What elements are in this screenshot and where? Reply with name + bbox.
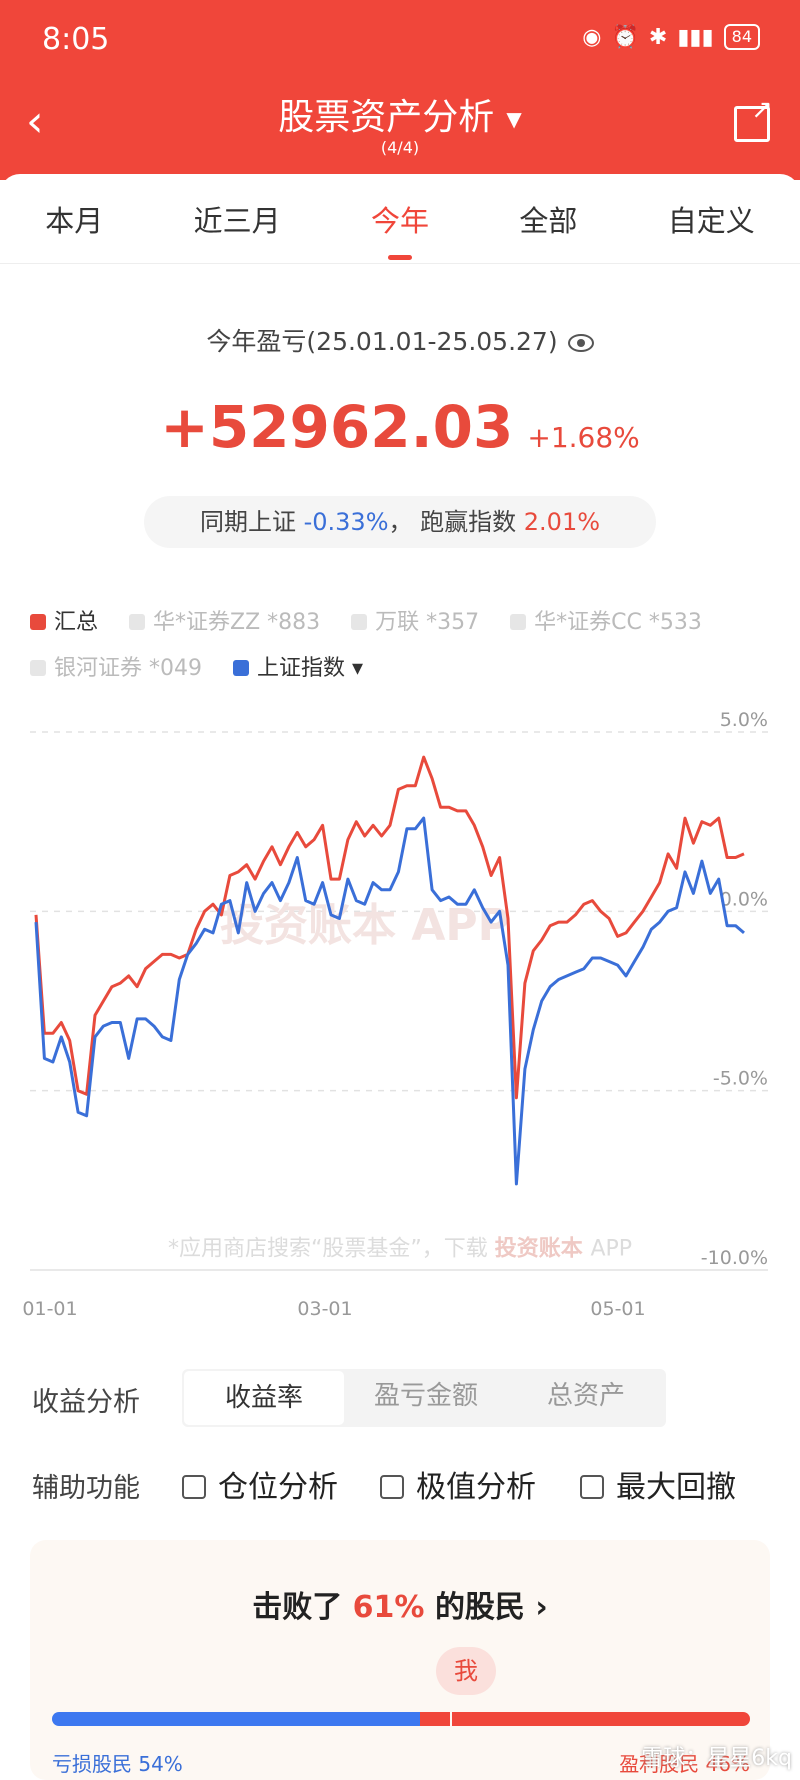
legend-label: 银河证券 *049 <box>54 656 202 681</box>
bluetooth-icon: ✱ <box>648 24 668 50</box>
compare-value: -0.33% <box>303 508 389 536</box>
tab-total-assets[interactable]: 总资产 <box>506 1369 666 1427</box>
compare-label: 同期上证 <box>199 508 296 536</box>
checkbox-label: 最大回撤 <box>616 1470 736 1505</box>
footer-note-text: *应用商店搜索“股票基金”，下载 <box>168 1237 495 1262</box>
share-icon[interactable] <box>734 95 773 142</box>
legend-item-account-533[interactable]: 华*证券CC *533 <box>510 600 702 646</box>
signal-icon: ▮▮▮ <box>677 24 714 50</box>
beat-value: 2.01% <box>523 508 601 536</box>
profit-amount: +52962.03 <box>160 393 514 461</box>
legend-item-total[interactable]: 汇总 <box>30 600 98 646</box>
loss-bar <box>52 1712 450 1726</box>
extreme-analysis-checkbox[interactable]: 极值分析 <box>380 1462 536 1506</box>
chart-watermark: 投资账本 APP <box>220 900 510 951</box>
legend-item-account-049[interactable]: 银河证券 *049 <box>30 646 202 692</box>
y-tick-label: 0.0% <box>720 888 768 910</box>
x-tick-label: 03-01 <box>297 1298 352 1320</box>
period-text: 今年盈亏(25.01.01-25.05.27) <box>206 327 558 356</box>
legend-label: 华*证券CC *533 <box>534 610 702 635</box>
footer-brand-text: 投资账本 <box>495 1237 591 1262</box>
tab-return-rate[interactable]: 收益率 <box>184 1371 344 1425</box>
rank-suffix: 的股民 <box>434 1590 525 1625</box>
compare-separator: ， <box>388 508 413 536</box>
status-bar: 8:05 ◉ ⏰ ✱ ▮▮▮ 84 <box>0 0 800 80</box>
rank-percent: 61% <box>352 1590 425 1625</box>
rank-prefix: 击败了 <box>252 1590 343 1625</box>
chart-legend: 汇总 华*证券ZZ *883 万联 *357 华*证券CC *533 银河证券 … <box>30 600 780 692</box>
battery-icon: 84 <box>723 24 760 50</box>
metric-label: 收益分析 <box>32 1387 140 1418</box>
legend-label: 华*证券ZZ *883 <box>153 610 321 635</box>
loss-label: 亏损股民 54% <box>52 1752 183 1776</box>
legend-swatch <box>30 614 46 630</box>
status-icons: ◉ ⏰ ✱ ▮▮▮ 84 <box>582 24 760 50</box>
footer-watermark: 雪球：星星6kq <box>641 1746 792 1771</box>
period-tabs: 本月 近三月 今年 全部 自定义 <box>0 174 800 264</box>
aux-label: 辅助功能 <box>32 1473 140 1504</box>
checkbox-icon <box>580 1475 604 1499</box>
legend-label: 万联 *357 <box>375 610 480 635</box>
tab-this-year[interactable]: 今年 <box>357 198 443 260</box>
y-tick-label: -5.0% <box>713 1068 768 1090</box>
page-title-text: 股票资产分析 <box>278 97 495 138</box>
nav-bar: ‹ 股票资产分析 ▼ (4/4) <box>0 80 800 180</box>
checkbox-icon <box>182 1475 206 1499</box>
checkbox-label: 极值分析 <box>416 1470 536 1505</box>
alarm-icon: ⏰ <box>611 24 639 50</box>
tab-three-months[interactable]: 近三月 <box>180 198 295 240</box>
y-tick-label: 5.0% <box>720 709 768 731</box>
eye-icon[interactable] <box>567 334 594 352</box>
position-analysis-checkbox[interactable]: 仓位分析 <box>182 1462 338 1506</box>
chart-footer-note: *应用商店搜索“股票基金”，下载 投资账本 APP <box>168 1237 632 1262</box>
page-title[interactable]: 股票资产分析 ▼ <box>0 88 800 140</box>
tab-month[interactable]: 本月 <box>31 198 117 240</box>
return-chart[interactable]: 5.0%0.0%-5.0%-10.0%投资账本 APP*应用商店搜索“股票基金”… <box>0 700 800 1330</box>
index-compare: 同期上证 -0.33%， 跑赢指数 2.01% <box>144 496 656 548</box>
footer-app-text: APP <box>590 1237 632 1262</box>
gain-bar <box>452 1712 750 1726</box>
metric-tabs: 收益率 盈亏金额 总资产 <box>182 1369 666 1427</box>
metric-selector: 收益分析 收益率 盈亏金额 总资产 <box>0 1368 800 1428</box>
tab-all[interactable]: 全部 <box>505 198 591 240</box>
series-line-index <box>34 816 745 1186</box>
aux-functions: 辅助功能 仓位分析 极值分析 最大回撤 <box>0 1456 800 1508</box>
legend-item-account-883[interactable]: 华*证券ZZ *883 <box>129 600 320 646</box>
me-marker: 我 <box>436 1647 496 1695</box>
tab-profit-amount[interactable]: 盈亏金额 <box>346 1369 506 1427</box>
profit-percent: +1.68% <box>527 421 640 454</box>
chevron-right-icon[interactable]: › <box>535 1590 547 1625</box>
gain-bar-segment <box>420 1712 450 1726</box>
x-tick-label: 01-01 <box>22 1298 77 1320</box>
beat-label: 跑赢指数 <box>420 508 517 536</box>
rank-title: 击败了 61% 的股民 › <box>30 1582 770 1626</box>
legend-swatch <box>129 614 146 630</box>
page-subtitle: (4/4) <box>380 138 420 157</box>
legend-swatch <box>510 614 527 630</box>
caret-down-icon: ▼ <box>506 107 522 131</box>
status-time: 8:05 <box>42 22 110 57</box>
legend-item-index[interactable]: 上证指数 ▾ <box>233 646 363 692</box>
legend-item-account-357[interactable]: 万联 *357 <box>351 600 479 646</box>
eye-icon: ◉ <box>582 24 602 50</box>
profit-summary: +52962.03 +1.68% <box>0 393 800 461</box>
tab-custom[interactable]: 自定义 <box>654 198 769 240</box>
y-tick-label: -10.0% <box>701 1247 768 1269</box>
period-label: 今年盈亏(25.01.01-25.05.27) <box>0 322 800 358</box>
legend-swatch <box>233 660 249 676</box>
checkbox-label: 仓位分析 <box>218 1470 338 1505</box>
checkbox-icon <box>380 1475 404 1499</box>
legend-label: 汇总 <box>54 610 99 635</box>
legend-swatch <box>30 660 46 676</box>
legend-label: 上证指数 ▾ <box>257 656 364 681</box>
x-tick-label: 05-01 <box>590 1298 645 1320</box>
legend-swatch <box>351 614 368 630</box>
max-drawdown-checkbox[interactable]: 最大回撤 <box>580 1462 736 1506</box>
